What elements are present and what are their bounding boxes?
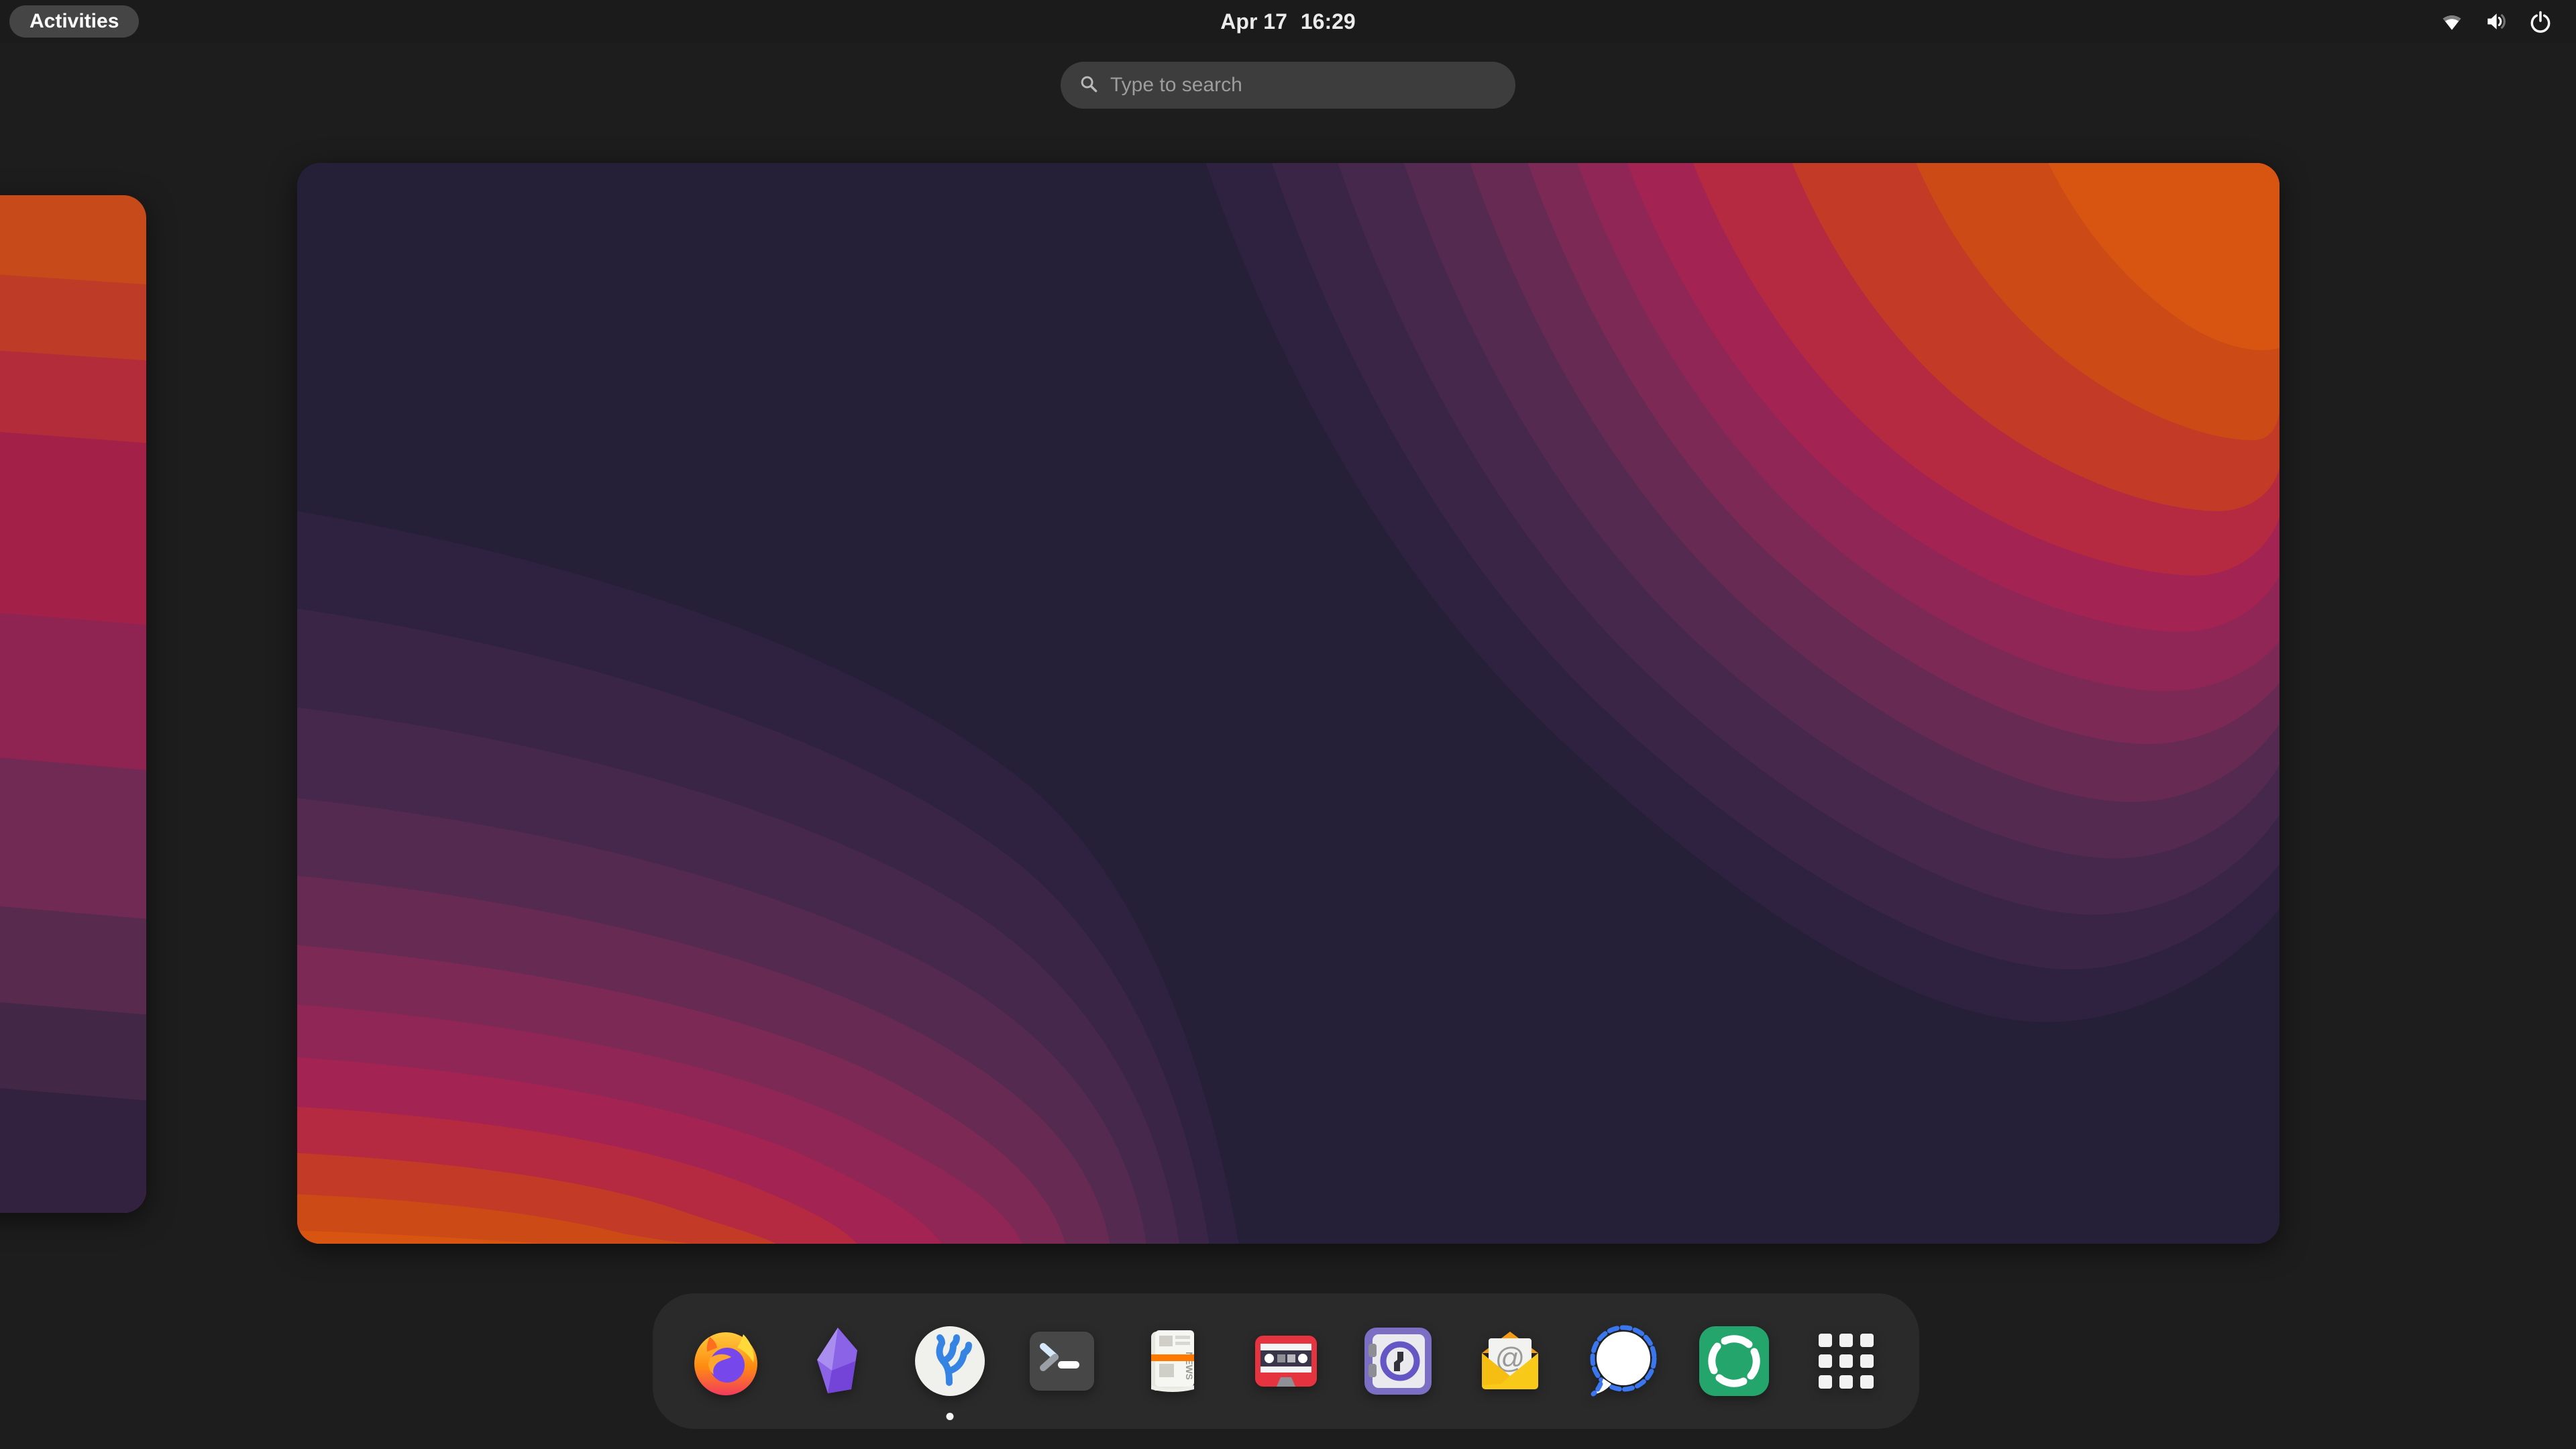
power-icon (2528, 9, 2553, 34)
volume-icon (2483, 9, 2509, 34)
clock-menu[interactable]: Apr 17 16:29 (1220, 0, 1355, 43)
app-icon-mail[interactable]: @ (1471, 1307, 1549, 1415)
app-icon-obsidian[interactable] (799, 1307, 877, 1415)
app-icon-sync[interactable] (1695, 1307, 1773, 1415)
app-icon-firefox[interactable] (687, 1307, 765, 1415)
workspace-preview-main[interactable] (297, 163, 2279, 1244)
app-icon-terminal[interactable] (1023, 1307, 1101, 1415)
clock-date: Apr 17 (1220, 9, 1287, 34)
activities-button[interactable]: Activities (9, 5, 139, 38)
app-icon-coral[interactable] (911, 1307, 989, 1415)
app-grid-icon (1807, 1322, 1885, 1400)
app-icon-podcasts[interactable] (1247, 1307, 1325, 1415)
wallpaper (297, 163, 2279, 1244)
search-input[interactable] (1109, 73, 1509, 97)
wifi-icon (2439, 9, 2465, 34)
search-bar[interactable] (1061, 62, 1515, 109)
search-icon (1078, 73, 1099, 98)
system-status-area[interactable] (2439, 0, 2553, 43)
app-icon-signal[interactable] (1583, 1307, 1661, 1415)
workspace-preview-left[interactable] (0, 195, 146, 1213)
app-icon-news[interactable]: NEWS (1135, 1307, 1213, 1415)
show-apps-button[interactable] (1807, 1307, 1885, 1415)
clock-time: 16:29 (1301, 9, 1356, 34)
top-bar: Activities Apr 17 16:29 (0, 0, 2576, 43)
app-icon-1password[interactable] (1359, 1307, 1437, 1415)
dash-dock: NEWS @ (653, 1293, 1919, 1429)
running-indicator-dot (947, 1413, 954, 1420)
